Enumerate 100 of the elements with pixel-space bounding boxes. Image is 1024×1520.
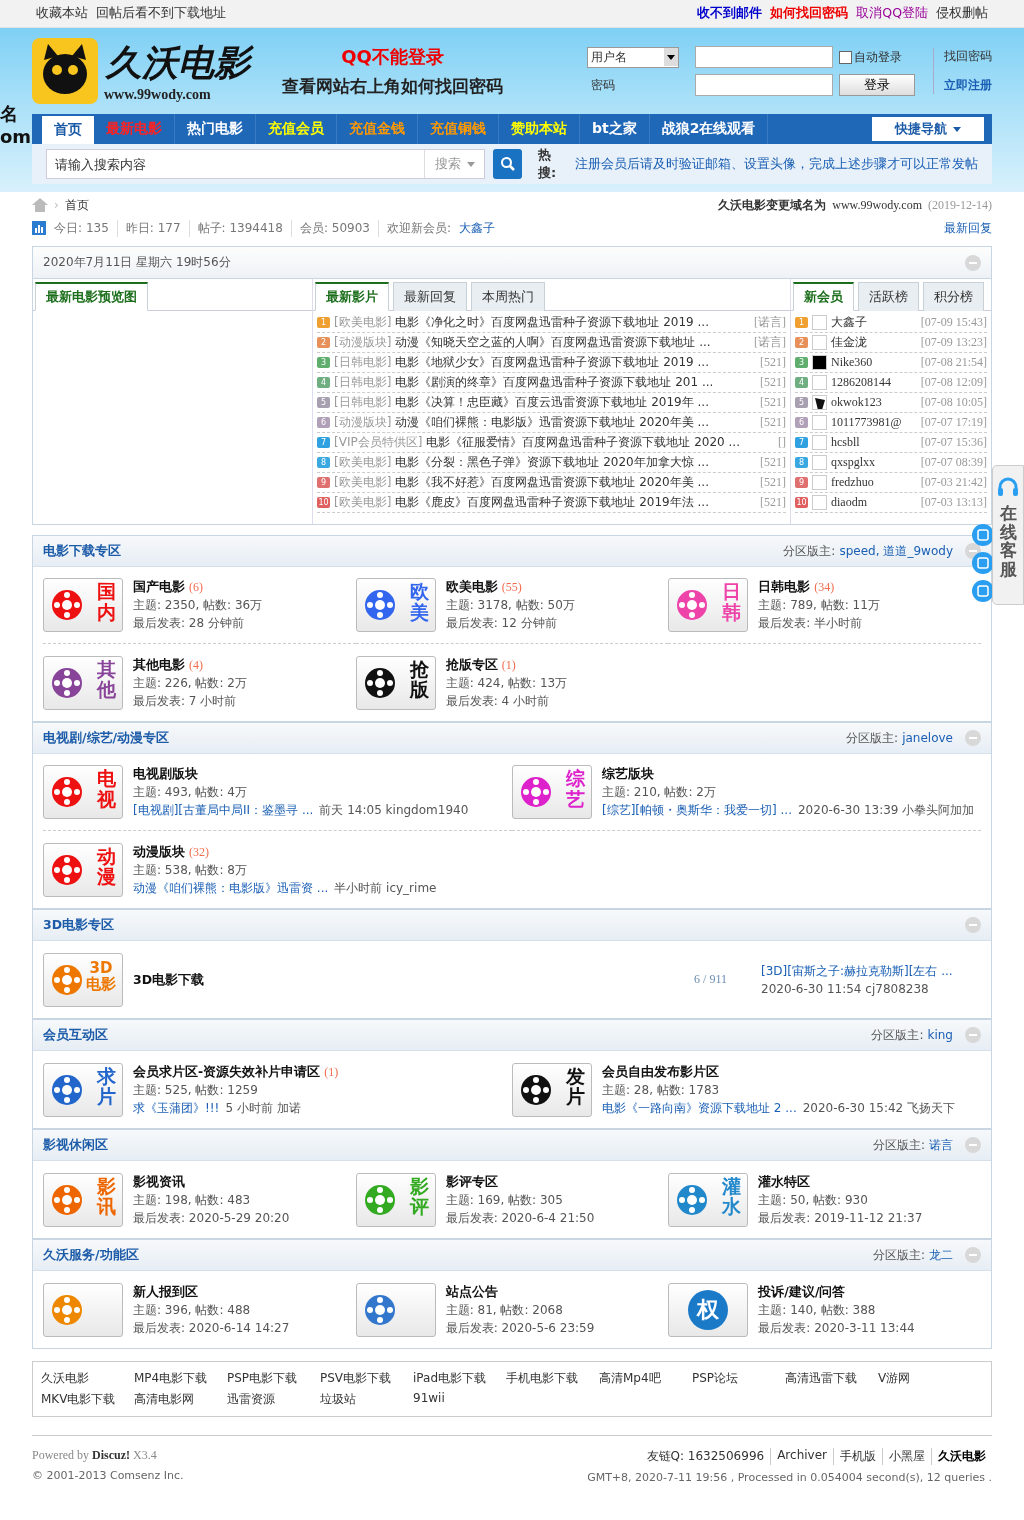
- footer-link[interactable]: 小黑屋: [889, 1448, 932, 1465]
- category-title[interactable]: 影视休闲区: [43, 1136, 108, 1154]
- forum-name[interactable]: 投诉/建议/问答: [758, 1283, 846, 1300]
- forum-name[interactable]: 影评专区: [445, 1173, 498, 1190]
- moderator-link[interactable]: speed,: [839, 544, 880, 558]
- forum-name[interactable]: 新人报到区: [133, 1283, 198, 1300]
- forum-icon[interactable]: [355, 1282, 436, 1337]
- search-button[interactable]: [493, 149, 522, 179]
- member-link[interactable]: qxspglxx: [831, 455, 917, 470]
- member-link[interactable]: fredzhuo: [831, 475, 917, 490]
- friend-link[interactable]: 高清迅雷下载: [785, 1370, 878, 1387]
- thread-link[interactable]: 电影《鹿皮》百度网盘迅雷种子资源下载地址 2019年法 ...: [395, 494, 756, 511]
- category-title[interactable]: 3D电影专区: [43, 916, 115, 934]
- footer-link[interactable]: 久沃电影: [938, 1448, 992, 1465]
- friend-link[interactable]: MKV电影下载: [41, 1391, 134, 1408]
- forum-icon[interactable]: 抢版: [355, 655, 436, 710]
- collapse-icon[interactable]: [965, 730, 981, 746]
- friend-link[interactable]: PSP电影下载: [227, 1370, 320, 1387]
- friend-link[interactable]: PSV电影下载: [320, 1370, 413, 1387]
- forum-name[interactable]: 影视资讯: [133, 1173, 185, 1190]
- category-title[interactable]: 会员互动区: [43, 1026, 108, 1044]
- thread-tab[interactable]: 最新影片: [315, 282, 389, 311]
- last-thread-link[interactable]: 动漫《咱们裸熊：电影版》迅雷资 ...: [133, 879, 329, 896]
- member-link[interactable]: Nike360: [831, 355, 917, 370]
- forum-icon[interactable]: 权: [668, 1282, 749, 1337]
- top-link[interactable]: 收不到邮件: [697, 5, 763, 22]
- username-select[interactable]: 用户名: [587, 46, 679, 68]
- forum-icon[interactable]: 求片: [43, 1062, 123, 1117]
- home-icon[interactable]: [32, 198, 48, 212]
- forum-name[interactable]: 抢版专区: [445, 656, 498, 673]
- friend-link[interactable]: PSP论坛: [692, 1370, 785, 1387]
- thread-link[interactable]: 电影《净化之时》百度网盘迅雷种子资源下载地址 2019 ...: [395, 314, 750, 331]
- collapse-icon[interactable]: [965, 1247, 981, 1263]
- forum-icon[interactable]: 其他: [43, 655, 123, 710]
- forum-icon[interactable]: [43, 1282, 123, 1337]
- thread-tab[interactable]: 最新回复: [393, 282, 467, 311]
- last-thread-link[interactable]: 求《玉蒲团》!!!: [133, 1099, 220, 1116]
- member-tab[interactable]: 新会员: [793, 282, 854, 311]
- member-link[interactable]: 1011773981@: [831, 415, 917, 430]
- forum-name[interactable]: 国产电影: [133, 579, 185, 595]
- friend-link[interactable]: V游网: [878, 1370, 971, 1387]
- forum-icon[interactable]: 发片: [512, 1062, 592, 1117]
- login-button[interactable]: 登录: [839, 74, 915, 96]
- last-thread-link[interactable]: [综艺][帕顿・奥斯华：我爱一切] ...: [602, 802, 792, 818]
- thread-link[interactable]: 电影《地狱少女》百度网盘迅雷种子资源下载地址 2019 ...: [395, 354, 756, 371]
- category-title[interactable]: 电视剧/综艺/动漫专区: [43, 729, 170, 747]
- friend-link[interactable]: MP4电影下载: [134, 1370, 227, 1387]
- footer-link[interactable]: Archiver: [777, 1448, 834, 1465]
- forum-name[interactable]: 站点公告: [445, 1283, 498, 1300]
- forum-name[interactable]: 3D电影下载: [133, 971, 205, 988]
- moderator-link[interactable]: 道道_9wody: [883, 542, 953, 560]
- top-link[interactable]: 如何找回密码: [770, 5, 849, 22]
- member-tab[interactable]: 活跃榜: [858, 282, 919, 311]
- friend-link[interactable]: 手机电影下载: [506, 1370, 599, 1387]
- forum-name[interactable]: 其他电影: [133, 656, 185, 673]
- thread-link[interactable]: 电影《剧演的终章》百度网盘迅雷种子资源下载地址 201 ...: [395, 374, 756, 391]
- friend-link[interactable]: 91wii: [413, 1391, 506, 1408]
- auto-login-checkbox[interactable]: 自动登录: [839, 48, 929, 66]
- top-link[interactable]: 取消QQ登陆: [856, 5, 928, 22]
- member-link[interactable]: 大鑫子: [831, 314, 917, 331]
- member-tab[interactable]: 积分榜: [923, 282, 984, 311]
- collapse-icon[interactable]: [965, 917, 981, 933]
- forum-name[interactable]: 灌水特区: [758, 1173, 811, 1190]
- nav-tab[interactable]: 首页: [42, 116, 94, 144]
- member-link[interactable]: 1286208144: [831, 375, 917, 390]
- category-title[interactable]: 电影下载专区: [43, 542, 121, 560]
- forum-icon[interactable]: 欧美: [355, 578, 436, 632]
- forum-name[interactable]: 日韩电影: [758, 579, 811, 595]
- forum-icon[interactable]: 综艺: [512, 765, 592, 819]
- top-link[interactable]: 侵权删帖: [936, 5, 988, 22]
- forum-name[interactable]: 欧美电影: [445, 579, 498, 595]
- hot-search-link[interactable]: 注册会员后请及时验证邮箱、设置头像，完成上述步骤才可以正常发帖: [575, 155, 978, 173]
- friend-link[interactable]: 迅雷资源: [227, 1391, 320, 1408]
- thread-tab[interactable]: 本周热门: [471, 282, 545, 311]
- thread-link[interactable]: 电影《征服爱情》百度网盘迅雷种子资源下载地址 2020 ...: [426, 434, 774, 451]
- member-link[interactable]: hcsbll: [831, 435, 917, 450]
- new-member-link[interactable]: 大鑫子: [459, 219, 495, 237]
- last-thread-link[interactable]: 电影《一路向南》资源下载地址 2 ...: [602, 1099, 797, 1116]
- forum-name[interactable]: 综艺版块: [602, 766, 654, 782]
- thread-link[interactable]: 电影《分裂：黑色子弹》资源下载地址 2020年加拿大惊 ...: [395, 454, 756, 471]
- member-link[interactable]: diaodm: [831, 495, 917, 510]
- last-thread-link[interactable]: [电视剧][古董局中局II：鉴墨寻 ...: [133, 802, 314, 818]
- quick-nav-button[interactable]: 快捷导航: [872, 117, 984, 141]
- thread-link[interactable]: 动漫《咱们裸熊：电影版》迅雷资源下载地址 2020年美 ...: [395, 414, 756, 431]
- moderator-link[interactable]: king: [927, 1028, 953, 1042]
- friend-link[interactable]: 高清Mp4吧: [599, 1370, 692, 1387]
- moderator-link[interactable]: 龙二: [929, 1246, 953, 1264]
- member-link[interactable]: 佳金泷: [831, 334, 917, 351]
- latest-replies-link[interactable]: 最新回复: [944, 219, 992, 237]
- online-service-tab[interactable]: 在线客服: [992, 465, 1024, 605]
- forum-icon[interactable]: 动漫: [43, 842, 123, 897]
- thread-link[interactable]: 动漫《知晓天空之蓝的人啊》百度网盘迅雷资源下载地址 ...: [395, 334, 750, 351]
- member-link[interactable]: okwok123: [831, 395, 917, 410]
- forum-name[interactable]: 动漫版块: [133, 843, 185, 860]
- thread-link[interactable]: 电影《我不好惹》百度网盘迅雷资源下载地址 2020年美 ...: [395, 474, 756, 491]
- moderator-link[interactable]: janelove: [902, 731, 953, 745]
- preview-tab[interactable]: 最新电影预览图: [35, 282, 148, 311]
- forum-icon[interactable]: 电视: [43, 765, 123, 819]
- forum-icon[interactable]: 灌水: [668, 1172, 749, 1227]
- collapse-icon[interactable]: [965, 1027, 981, 1043]
